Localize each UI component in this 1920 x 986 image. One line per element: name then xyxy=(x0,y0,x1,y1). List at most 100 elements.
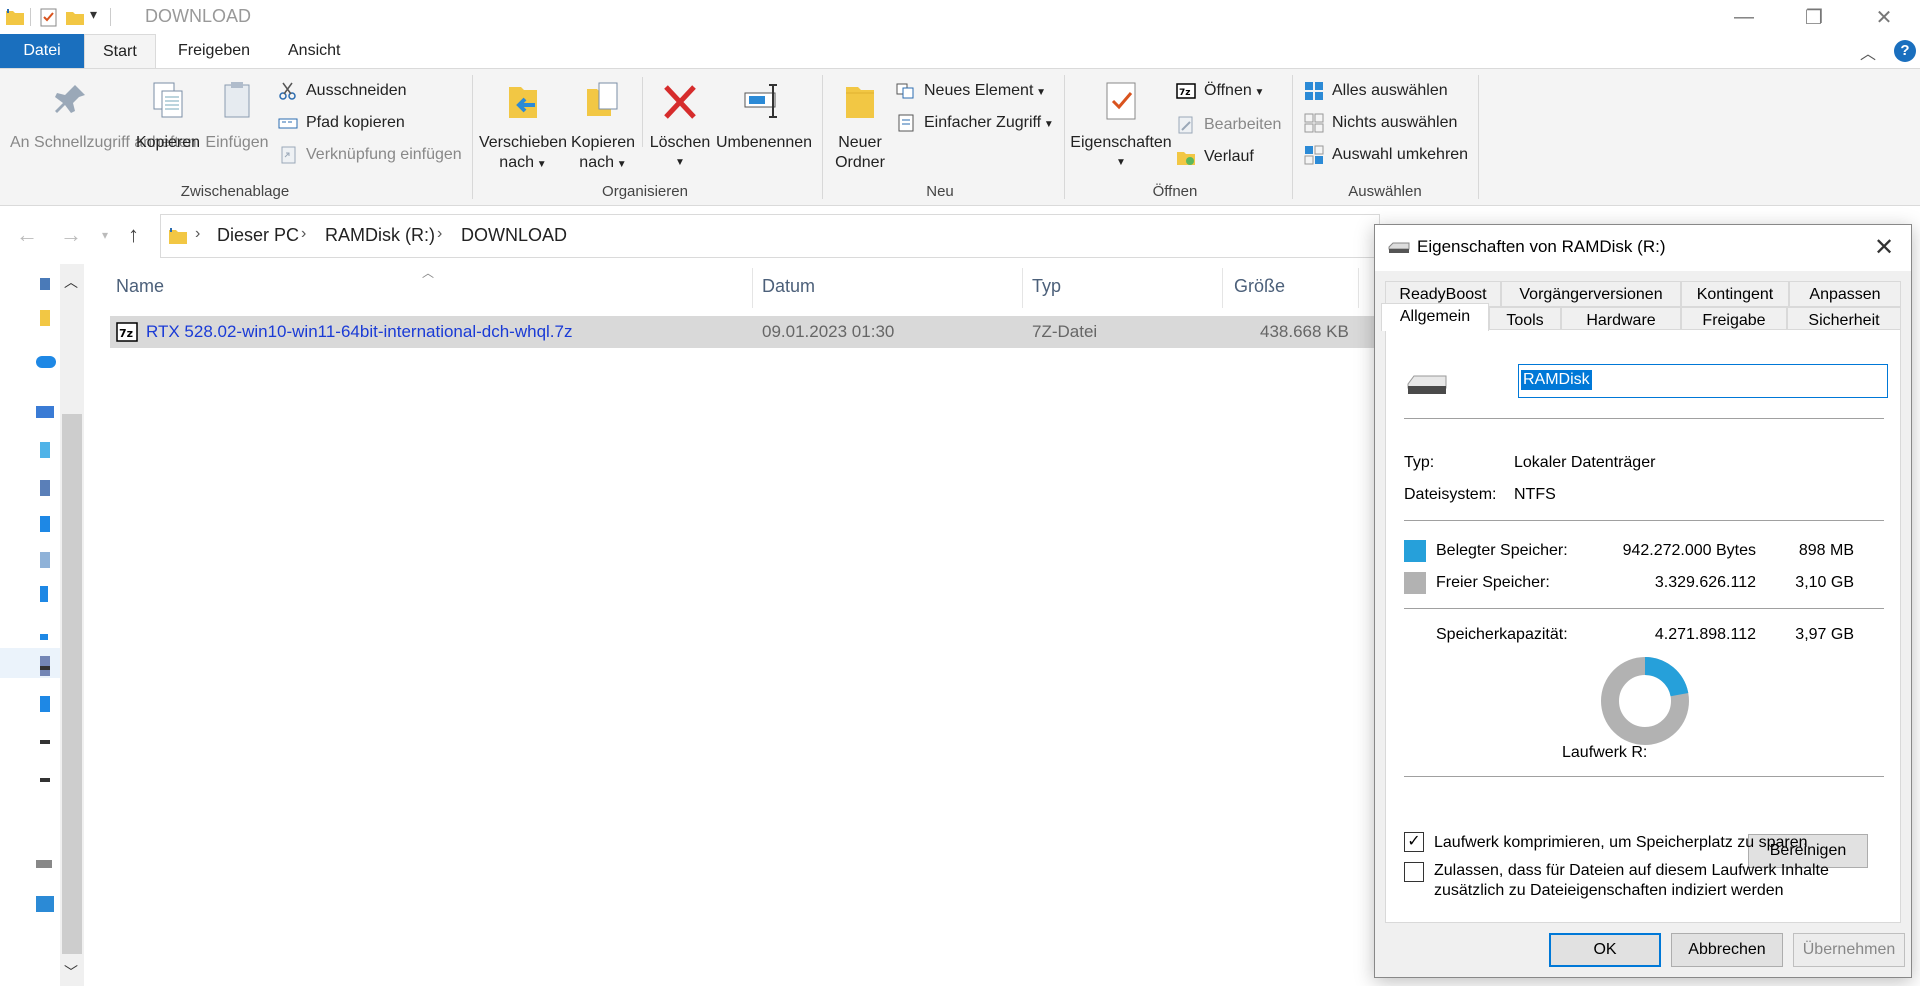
copy-path-button[interactable]: Pfad kopieren xyxy=(278,111,405,135)
scroll-down-arrow-icon[interactable]: ﹀ xyxy=(64,962,78,982)
documents-icon[interactable] xyxy=(40,516,50,532)
help-icon[interactable]: ? xyxy=(1894,40,1916,62)
file-date: 09.01.2023 01:30 xyxy=(762,322,895,341)
ramdisk-drive-icon[interactable] xyxy=(40,666,50,670)
column-divider[interactable] xyxy=(752,268,753,308)
paste-shortcut-button[interactable]: Verknüpfung einfügen xyxy=(278,143,462,167)
tab-vorgaengerversionen[interactable]: Vorgängerversionen xyxy=(1501,281,1681,307)
nav-selected-row[interactable] xyxy=(0,648,60,678)
dialog-title-bar[interactable]: Eigenschaften von RAMDisk (R:) ✕ xyxy=(1375,225,1911,271)
music-icon[interactable] xyxy=(40,634,48,640)
up-arrow-icon[interactable]: ↑ xyxy=(128,222,139,248)
navigation-bar: ← → ▾ ↑ › Dieser PC › RAMDisk (R:) › DOW… xyxy=(0,214,1380,258)
select-all-button[interactable]: Alles auswählen xyxy=(1304,79,1448,103)
column-header-size[interactable]: Größe xyxy=(1234,276,1285,297)
properties-quick-icon[interactable] xyxy=(38,6,60,28)
folder-location-icon xyxy=(169,228,187,244)
svg-text:7z: 7z xyxy=(1179,88,1191,98)
new-item-button[interactable]: Neues Element ▼ xyxy=(896,79,1046,103)
customize-toolbar-chevron-icon[interactable]: ▾ xyxy=(90,6,97,23)
select-none-button[interactable]: Nichts auswählen xyxy=(1304,111,1457,135)
file-type: 7Z-Datei xyxy=(1032,322,1098,341)
delete-button[interactable]: Löschen ▼ xyxy=(646,79,714,173)
column-header-date[interactable]: Datum xyxy=(762,276,815,297)
used-space-swatch xyxy=(1404,540,1426,562)
folder-icon[interactable] xyxy=(40,310,50,326)
index-label-line2[interactable]: zusätzlich zu Dateieigenschaften indizie… xyxy=(1434,882,1784,900)
ok-button[interactable]: OK xyxy=(1549,933,1661,967)
tab-allgemein[interactable]: Allgemein xyxy=(1381,303,1489,331)
copy-button[interactable]: Kopieren xyxy=(134,79,202,153)
copy-to-icon xyxy=(587,82,618,116)
column-divider[interactable] xyxy=(1022,268,1023,308)
tab-ansicht[interactable]: Ansicht xyxy=(270,34,358,68)
paste-button[interactable]: Einfügen xyxy=(204,79,270,153)
drive-icon[interactable] xyxy=(40,740,50,744)
dialog-close-button[interactable]: ✕ xyxy=(1867,231,1901,265)
rename-button[interactable]: Umbenennen xyxy=(716,79,812,153)
column-header-type[interactable]: Typ xyxy=(1032,276,1061,297)
disk-usage-donut xyxy=(1601,657,1689,745)
column-divider[interactable] xyxy=(1358,268,1359,308)
dropdown-arrow-icon: ▼ xyxy=(1033,87,1047,98)
cut-button[interactable]: Ausschneiden xyxy=(278,79,407,103)
file-name[interactable]: RTX 528.02-win10-win11-64bit-internation… xyxy=(146,322,573,342)
back-arrow-icon[interactable]: ← xyxy=(16,222,38,248)
folder-app-icon xyxy=(6,9,24,25)
navigation-scrollbar-thumb[interactable] xyxy=(62,414,82,954)
breadcrumb-separator-icon: › xyxy=(437,225,443,242)
index-checkbox[interactable] xyxy=(1404,862,1424,882)
breadcrumb-download[interactable]: DOWNLOAD xyxy=(461,225,567,246)
history-button[interactable]: Verlauf xyxy=(1176,145,1254,169)
drive-name-input[interactable]: RAMDisk xyxy=(1518,364,1888,398)
copy-to-button[interactable]: Kopieren nach ▼ xyxy=(570,79,636,175)
easy-access-button[interactable]: Einfacher Zugriff ▼ xyxy=(896,111,1054,135)
breadcrumb-ramdisk[interactable]: RAMDisk (R:) xyxy=(325,225,435,246)
move-to-button[interactable]: Verschieben nach ▼ xyxy=(478,79,568,175)
breadcrumb-dieser-pc[interactable]: Dieser PC xyxy=(217,225,299,246)
tab-anpassen[interactable]: Anpassen xyxy=(1789,281,1901,307)
scroll-up-arrow-icon[interactable]: ︿ xyxy=(64,272,78,292)
collapse-ribbon-icon[interactable]: ︿ xyxy=(1860,40,1876,64)
column-divider[interactable] xyxy=(1222,268,1223,308)
minimize-button[interactable]: — xyxy=(1712,0,1776,34)
apply-button[interactable]: Übernehmen xyxy=(1793,933,1905,967)
network-drive-icon[interactable] xyxy=(36,860,52,868)
table-row[interactable]: 7z RTX 528.02-win10-win11-64bit-internat… xyxy=(110,316,1380,348)
recent-locations-chevron-icon[interactable]: ▾ xyxy=(102,228,108,242)
edit-button[interactable]: Bearbeiten xyxy=(1176,113,1281,137)
tab-kontingent[interactable]: Kontingent xyxy=(1681,281,1789,307)
group-label-organize: Organisieren xyxy=(602,183,688,200)
compress-label[interactable]: Laufwerk komprimieren, um Speicherplatz … xyxy=(1434,834,1808,852)
divider xyxy=(1404,520,1884,521)
pin-quick-access-button[interactable]: An Schnellzugriff anheften xyxy=(10,79,197,153)
folder-3d-icon[interactable] xyxy=(40,442,50,458)
desktop-icon[interactable] xyxy=(40,480,50,496)
cancel-button[interactable]: Abbrechen xyxy=(1671,933,1783,967)
onedrive-icon[interactable] xyxy=(36,356,56,368)
free-space-label: Freier Speicher: xyxy=(1436,574,1550,591)
pictures-icon[interactable] xyxy=(40,552,50,568)
quick-access-icon[interactable] xyxy=(40,278,50,290)
open-button[interactable]: 7z Öffnen ▼ xyxy=(1176,79,1264,103)
downloads-icon[interactable] xyxy=(40,586,48,602)
compress-checkbox[interactable]: ✓ xyxy=(1404,832,1424,852)
tab-datei[interactable]: Datei xyxy=(0,34,84,68)
new-folder-quick-icon[interactable] xyxy=(64,6,86,28)
tab-start[interactable]: Start xyxy=(84,34,156,68)
column-header-name[interactable]: Name xyxy=(116,276,164,297)
new-folder-button[interactable]: Neuer Ordner xyxy=(830,79,890,173)
index-label-line1[interactable]: Zulassen, dass für Dateien auf diesem La… xyxy=(1434,862,1829,880)
close-window-button[interactable]: ✕ xyxy=(1852,0,1916,34)
tab-freigeben[interactable]: Freigeben xyxy=(160,34,268,68)
windows-drive-icon[interactable] xyxy=(40,696,50,712)
address-bar[interactable]: › Dieser PC › RAMDisk (R:) › DOWNLOAD xyxy=(160,214,1380,258)
properties-button[interactable]: Eigenschaften ▼ xyxy=(1068,79,1174,173)
invert-selection-button[interactable]: Auswahl umkehren xyxy=(1304,143,1468,167)
dropdown-arrow-icon: ▼ xyxy=(1116,157,1126,168)
drive-icon[interactable] xyxy=(40,778,50,782)
this-pc-icon[interactable] xyxy=(36,406,54,418)
network-icon[interactable] xyxy=(36,896,54,912)
restore-button[interactable]: ❐ xyxy=(1782,0,1846,34)
forward-arrow-icon[interactable]: → xyxy=(60,222,82,248)
